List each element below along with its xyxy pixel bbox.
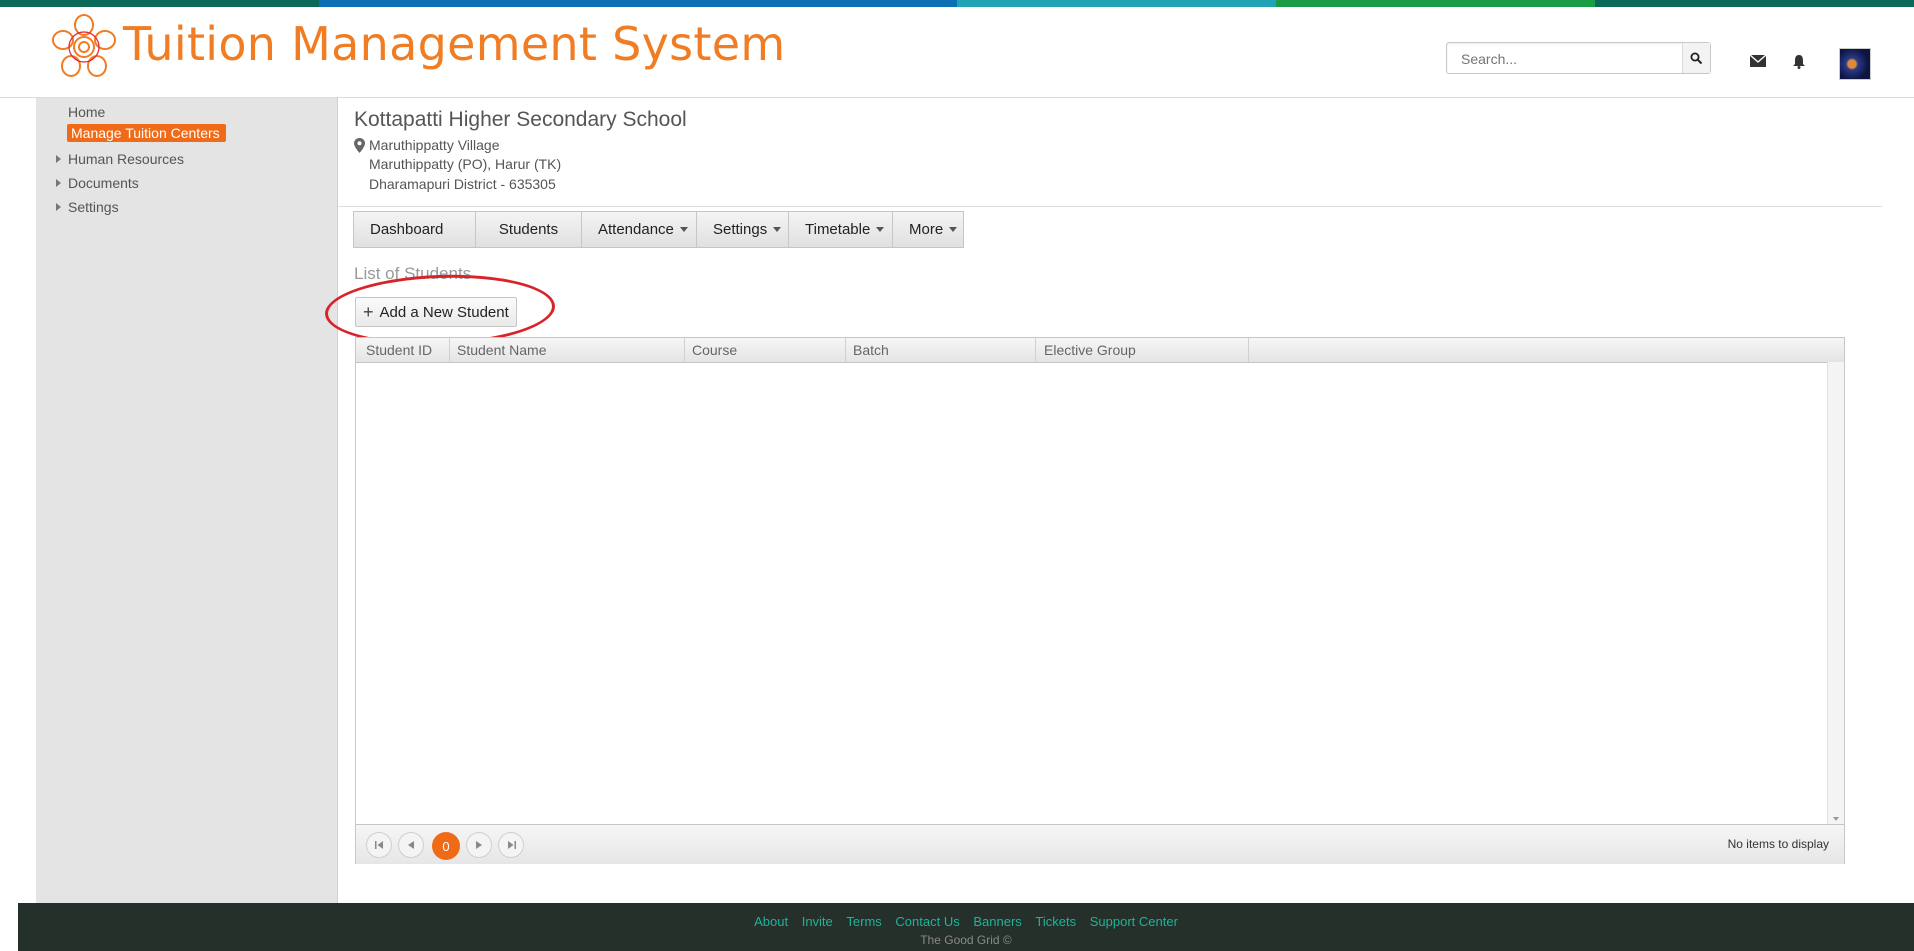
add-student-label: Add a New Student bbox=[379, 303, 509, 321]
envelope-icon[interactable] bbox=[1748, 51, 1768, 71]
sidebar-item-documents[interactable]: Documents bbox=[68, 175, 139, 191]
search-box[interactable] bbox=[1446, 42, 1711, 74]
column-header[interactable]: Batch bbox=[846, 338, 1036, 362]
footer-link-invite[interactable]: Invite bbox=[802, 914, 833, 929]
copyright: The Good Grid © bbox=[920, 933, 1012, 947]
tab-label: Timetable bbox=[805, 221, 871, 238]
main-content: Kottapatti Higher Secondary School Marut… bbox=[323, 98, 1882, 904]
tab-attendance[interactable]: Attendance bbox=[582, 212, 697, 247]
chevron-down-icon bbox=[679, 227, 688, 232]
grid-pager: 0 No items to display bbox=[356, 824, 1844, 864]
column-header[interactable]: Course bbox=[685, 338, 846, 362]
footer-link-about[interactable]: About bbox=[754, 914, 788, 929]
address-line: Maruthippatty Village bbox=[369, 137, 500, 153]
next-page-icon bbox=[476, 841, 482, 849]
sidebar-item-settings[interactable]: Settings bbox=[68, 199, 119, 215]
footer-link-banners[interactable]: Banners bbox=[973, 914, 1021, 929]
tab-label: Settings bbox=[713, 221, 768, 238]
list-title: List of Students bbox=[354, 264, 472, 283]
scroll-down-icon[interactable] bbox=[1833, 817, 1839, 821]
sidebar-item-home[interactable]: Home bbox=[68, 104, 105, 120]
column-header[interactable]: Elective Group bbox=[1036, 338, 1249, 362]
chevron-down-icon bbox=[949, 227, 958, 232]
school-name: Kottapatti Higher Secondary School bbox=[354, 108, 687, 131]
app-title: Tuition Management System bbox=[123, 17, 786, 71]
column-header[interactable]: Student ID bbox=[356, 338, 450, 362]
students-grid: Student ID Student Name Course Batch Ele… bbox=[355, 337, 1845, 864]
expand-caret-icon[interactable] bbox=[56, 155, 61, 163]
next-page-button[interactable] bbox=[466, 832, 492, 858]
user-avatar[interactable] bbox=[1839, 48, 1871, 80]
column-header[interactable]: Student Name bbox=[450, 338, 685, 362]
last-page-button[interactable] bbox=[498, 832, 524, 858]
divider bbox=[338, 206, 1882, 207]
footer: About Invite Terms Contact Us Banners Ti… bbox=[18, 903, 1914, 951]
previous-page-icon bbox=[408, 841, 414, 849]
pager-info: No items to display bbox=[1727, 837, 1829, 851]
address-line: Maruthippatty (PO), Harur (TK) bbox=[369, 156, 562, 172]
map-pin-icon bbox=[354, 138, 365, 153]
footer-link-support-center[interactable]: Support Center bbox=[1090, 914, 1178, 929]
sidebar: Home Manage Tuition Centers Human Resour… bbox=[36, 98, 338, 904]
sidebar-item-manage-tuition-centers[interactable]: Manage Tuition Centers bbox=[67, 124, 226, 142]
tab-label: Dashboard bbox=[370, 221, 444, 238]
tab-students[interactable]: Students bbox=[476, 212, 582, 247]
tab-settings[interactable]: Settings bbox=[697, 212, 789, 247]
vertical-scrollbar[interactable] bbox=[1827, 362, 1844, 824]
tab-bar: Dashboard Students Attendance Settings T… bbox=[353, 211, 964, 248]
address-line: Dharamapuri District - 635305 bbox=[369, 176, 556, 192]
bell-icon[interactable] bbox=[1789, 51, 1809, 71]
current-page-indicator[interactable]: 0 bbox=[432, 832, 460, 860]
tab-label: Students bbox=[498, 221, 559, 238]
column-header-empty bbox=[1249, 338, 1844, 362]
previous-page-button[interactable] bbox=[398, 832, 424, 858]
tab-more[interactable]: More bbox=[893, 212, 963, 247]
expand-caret-icon[interactable] bbox=[56, 179, 61, 187]
last-page-icon bbox=[507, 841, 516, 849]
search-button[interactable] bbox=[1682, 43, 1710, 73]
expand-caret-icon[interactable] bbox=[56, 203, 61, 211]
chevron-down-icon bbox=[773, 227, 782, 232]
grid-header: Student ID Student Name Course Batch Ele… bbox=[356, 338, 1844, 363]
tab-dashboard[interactable]: Dashboard bbox=[354, 212, 476, 247]
top-color-stripe bbox=[0, 0, 1914, 7]
first-page-button[interactable] bbox=[366, 832, 392, 858]
flower-logo-icon bbox=[52, 14, 116, 77]
chevron-down-icon bbox=[876, 227, 885, 232]
sidebar-item-human-resources[interactable]: Human Resources bbox=[68, 151, 184, 167]
footer-links: About Invite Terms Contact Us Banners Ti… bbox=[18, 914, 1914, 929]
add-student-button[interactable]: + Add a New Student bbox=[355, 297, 517, 327]
footer-link-contact-us[interactable]: Contact Us bbox=[895, 914, 959, 929]
first-page-icon bbox=[374, 841, 383, 849]
tab-label: Attendance bbox=[598, 221, 674, 238]
search-input[interactable] bbox=[1459, 49, 1673, 69]
search-icon bbox=[1690, 52, 1703, 64]
tab-timetable[interactable]: Timetable bbox=[789, 212, 893, 247]
footer-link-terms[interactable]: Terms bbox=[846, 914, 881, 929]
app-header: Tuition Management System bbox=[0, 7, 1914, 98]
tab-label: More bbox=[909, 221, 944, 238]
plus-icon: + bbox=[363, 301, 374, 322]
footer-link-tickets[interactable]: Tickets bbox=[1035, 914, 1076, 929]
